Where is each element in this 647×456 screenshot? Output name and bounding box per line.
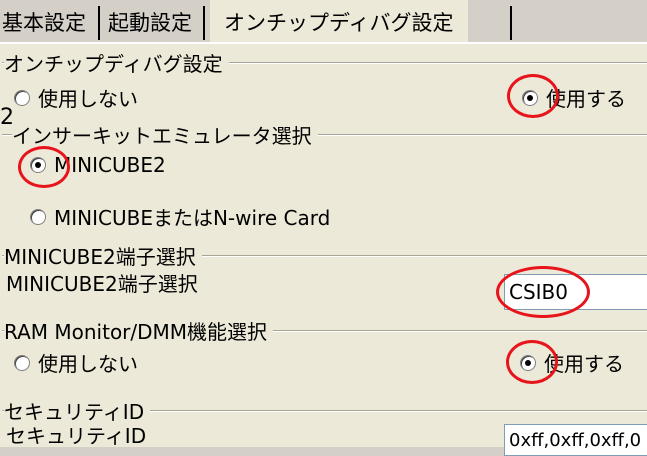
radio-emulator-minicube2[interactable]: MINICUBE2 [30,153,166,177]
radio-button-selected[interactable] [522,89,538,106]
security-id-value: 0xff,0xff,0xff,0 [509,429,642,451]
radio-button[interactable] [30,208,46,225]
radio-onchip-debug-off[interactable]: 使用しない [14,83,138,112]
radio-label: MINICUBE2 [54,153,166,177]
terminal-label: MINICUBE2端子選択 [6,272,198,296]
tab-bar: 基本設定 起動設定 オンチップディバグ設定 [0,0,647,44]
tab-label: 起動設定 [108,11,192,35]
terminal-select[interactable]: CSIB0 [504,274,647,310]
radio-button[interactable] [14,354,30,371]
tab-startup-settings[interactable]: 起動設定 [108,0,192,44]
radio-ram-monitor-on[interactable]: 使用する [520,348,624,377]
tab-separator [203,6,205,40]
tab-onchip-debug-settings[interactable]: オンチップディバグ設定 [210,0,468,44]
group-title-emulator: インサーキットエミュレータ選択 [12,120,318,149]
security-id-input[interactable]: 0xff,0xff,0xff,0 [504,424,647,456]
tab-basic-settings[interactable]: 基本設定 [2,0,86,44]
tab-label: 基本設定 [2,11,86,35]
group-title-terminal: MINICUBE2端子選択 [4,241,202,270]
tab-separator [510,6,512,40]
group-title-ram-monitor: RAM Monitor/DMM機能選択 [4,316,274,345]
radio-onchip-debug-on[interactable]: 使用する [522,83,626,112]
tab-label: オンチップディバグ設定 [224,11,454,35]
radio-button[interactable] [14,89,30,106]
radio-button-selected[interactable] [520,354,536,371]
radio-label: MINICUBEまたはN-wire Card [54,206,331,230]
radio-label: 使用しない [38,87,138,111]
group-title-onchip-debug: オンチップディバグ設定 [4,48,229,77]
radio-ram-monitor-off[interactable]: 使用しない [14,348,138,377]
security-label: セキュリティID [6,424,147,448]
radio-label: 使用しない [38,352,138,376]
radio-button-selected[interactable] [30,157,46,173]
radio-label: 使用する [546,87,626,111]
terminal-value: CSIB0 [509,280,569,304]
tab-separator [98,6,100,40]
radio-emulator-minicube-nwire[interactable]: MINICUBEまたはN-wire Card [30,202,330,231]
radio-label: 使用する [544,352,624,376]
